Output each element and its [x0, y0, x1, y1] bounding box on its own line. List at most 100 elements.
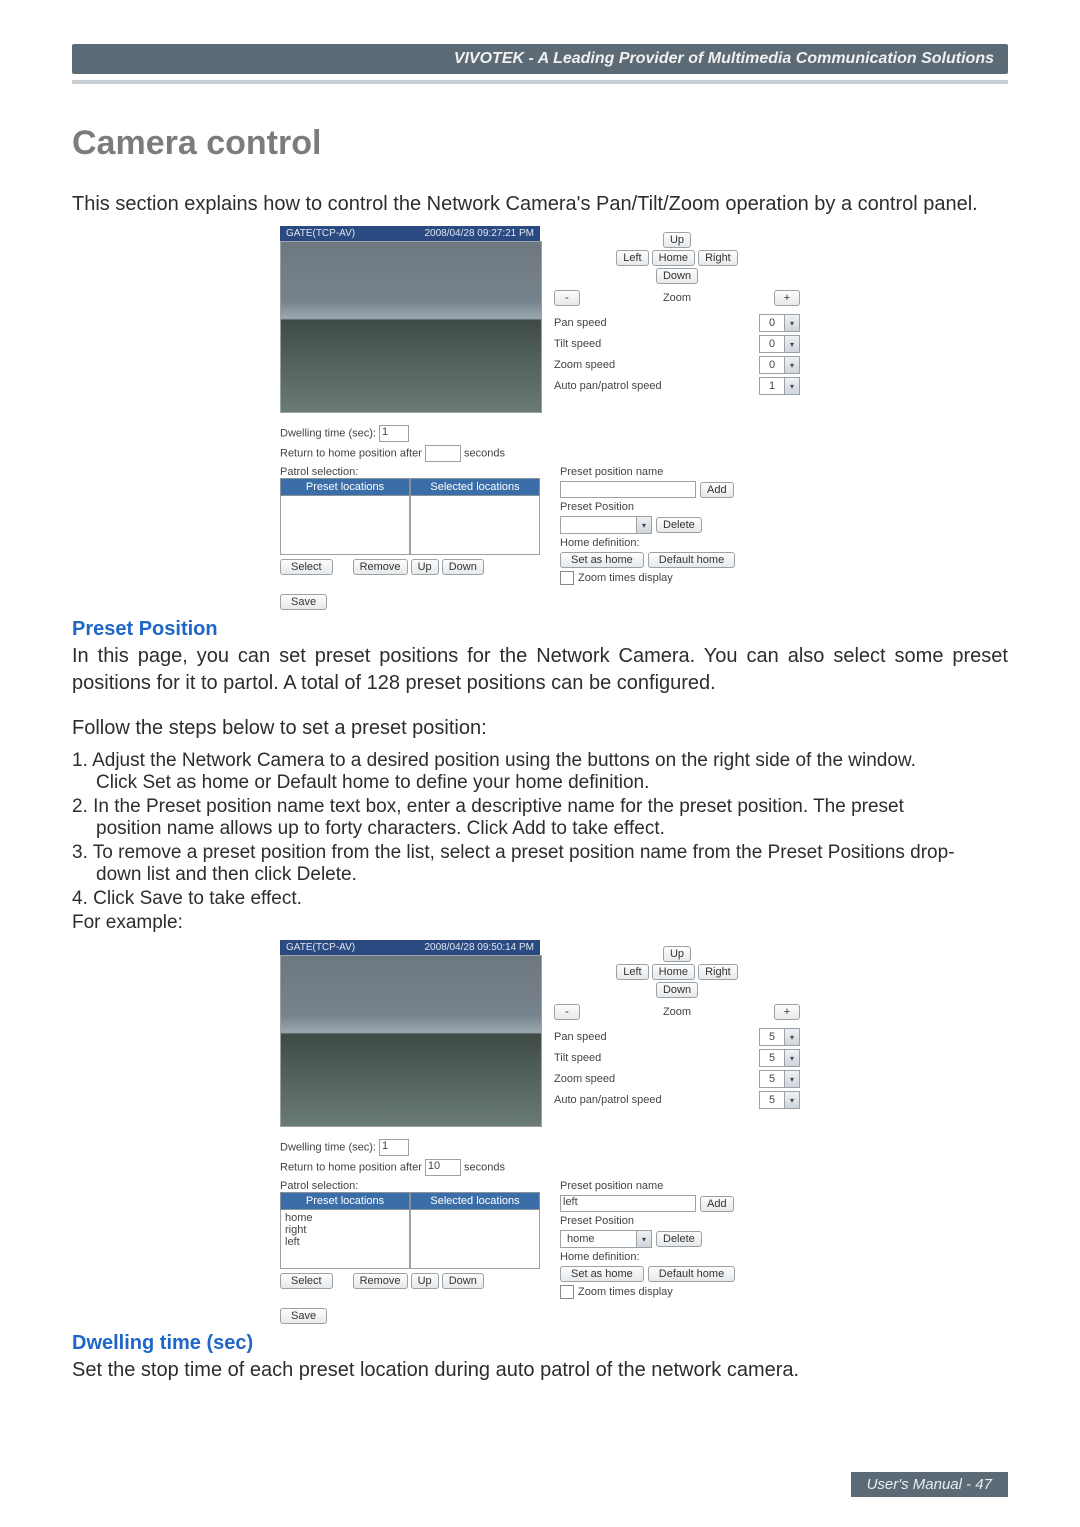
home-definition-label: Home definition: — [560, 537, 800, 549]
remove-button[interactable]: Remove — [353, 559, 408, 575]
chevron-down-icon: ▾ — [636, 1231, 651, 1247]
auto-speed-label: Auto pan/patrol speed — [554, 1094, 662, 1106]
select-button[interactable]: Select — [280, 1273, 333, 1289]
step-1: 1. Adjust the Network Camera to a desire… — [72, 750, 916, 771]
preset-position-label: Preset Position — [560, 501, 800, 513]
zoom-times-label: Zoom times display — [578, 1286, 673, 1298]
return-home-input[interactable] — [425, 445, 461, 462]
chevron-down-icon: ▾ — [784, 315, 799, 331]
home-button[interactable]: Home — [652, 250, 695, 266]
chevron-down-icon: ▾ — [784, 378, 799, 394]
dwelling-paragraph: Set the stop time of each preset locatio… — [72, 1357, 1008, 1384]
page-footer: User's Manual - 47 — [851, 1472, 1008, 1497]
right-button[interactable]: Right — [698, 250, 738, 266]
down-button[interactable]: Down — [656, 982, 698, 998]
down-button[interactable]: Down — [656, 268, 698, 284]
preset-position-heading: Preset Position — [72, 618, 1008, 641]
default-home-button[interactable]: Default home — [648, 1266, 735, 1282]
tilt-speed-label: Tilt speed — [554, 338, 601, 350]
dwelling-input[interactable]: 1 — [379, 425, 409, 442]
list-item[interactable]: home — [285, 1212, 405, 1224]
save-button[interactable]: Save — [280, 1308, 327, 1324]
preset-locations-list[interactable] — [280, 496, 410, 555]
up-button[interactable]: Up — [663, 946, 691, 962]
add-button[interactable]: Add — [700, 482, 734, 498]
remove-button[interactable]: Remove — [353, 1273, 408, 1289]
video-preview — [280, 241, 542, 413]
move-up-button[interactable]: Up — [411, 1273, 439, 1289]
page-title: Camera control — [72, 124, 1008, 163]
tilt-speed-label: Tilt speed — [554, 1052, 601, 1064]
selected-locations-list[interactable] — [410, 496, 540, 555]
brand-text: VIVOTEK - A Leading Provider of Multimed… — [454, 50, 994, 67]
tilt-speed-select[interactable]: 0▾ — [759, 335, 800, 353]
step-2: 2. In the Preset position name text box,… — [72, 796, 904, 817]
chevron-down-icon: ▾ — [784, 357, 799, 373]
zoom-speed-select[interactable]: 5▾ — [759, 1070, 800, 1088]
ptz-dpad: Up Left Home Right Down — [554, 946, 800, 998]
video-preview — [280, 955, 542, 1127]
zoom-times-checkbox[interactable] — [560, 571, 574, 585]
zoom-out-button[interactable]: - — [554, 290, 580, 306]
preset-name-input[interactable]: left — [560, 1195, 696, 1212]
dwelling-label: Dwelling time (sec): — [280, 1141, 376, 1153]
left-button[interactable]: Left — [616, 964, 648, 980]
delete-button[interactable]: Delete — [656, 517, 702, 533]
header-rule — [72, 80, 1008, 84]
default-home-button[interactable]: Default home — [648, 552, 735, 568]
preset-position-select[interactable]: ▾ — [560, 516, 652, 534]
stream-name: GATE(TCP-AV) — [286, 942, 355, 953]
zoom-times-checkbox[interactable] — [560, 1285, 574, 1299]
stream-name: GATE(TCP-AV) — [286, 228, 355, 239]
stream-timestamp: 2008/04/28 09:27:21 PM — [424, 228, 534, 239]
preset-position-paragraph: In this page, you can set preset positio… — [72, 643, 1008, 697]
selected-locations-header: Selected locations — [410, 478, 540, 496]
pan-speed-select[interactable]: 0▾ — [759, 314, 800, 332]
pan-speed-label: Pan speed — [554, 317, 607, 329]
steps-lead: Follow the steps below to set a preset p… — [72, 715, 1008, 742]
delete-button[interactable]: Delete — [656, 1231, 702, 1247]
zoom-speed-label: Zoom speed — [554, 1073, 615, 1085]
zoom-label: Zoom — [663, 1006, 691, 1018]
preset-position-select[interactable]: home▾ — [560, 1230, 652, 1248]
right-button[interactable]: Right — [698, 964, 738, 980]
zoom-in-button[interactable]: + — [774, 290, 800, 306]
preset-name-input[interactable] — [560, 481, 696, 498]
return-home-input[interactable]: 10 — [425, 1159, 461, 1176]
pan-speed-label: Pan speed — [554, 1031, 607, 1043]
chevron-down-icon: ▾ — [784, 1050, 799, 1066]
add-button[interactable]: Add — [700, 1196, 734, 1212]
selected-locations-header: Selected locations — [410, 1192, 540, 1210]
set-as-home-button[interactable]: Set as home — [560, 1266, 644, 1282]
up-button[interactable]: Up — [663, 232, 691, 248]
move-down-button[interactable]: Down — [442, 559, 484, 575]
preset-position-name-label: Preset position name — [560, 466, 800, 478]
list-item[interactable]: right — [285, 1224, 405, 1236]
preset-position-label: Preset Position — [560, 1215, 800, 1227]
dwelling-input[interactable]: 1 — [379, 1139, 409, 1156]
pan-speed-select[interactable]: 5▾ — [759, 1028, 800, 1046]
list-item[interactable]: left — [285, 1236, 405, 1248]
save-button[interactable]: Save — [280, 594, 327, 610]
tilt-speed-select[interactable]: 5▾ — [759, 1049, 800, 1067]
preset-locations-list[interactable]: home right left — [280, 1210, 410, 1269]
preset-locations-header: Preset locations — [280, 1192, 410, 1210]
zoom-in-button[interactable]: + — [774, 1004, 800, 1020]
selected-locations-list[interactable] — [410, 1210, 540, 1269]
home-button[interactable]: Home — [652, 964, 695, 980]
left-button[interactable]: Left — [616, 250, 648, 266]
steps-list: 1. Adjust the Network Camera to a desire… — [72, 750, 1008, 910]
move-down-button[interactable]: Down — [442, 1273, 484, 1289]
auto-speed-select[interactable]: 1▾ — [759, 377, 800, 395]
for-example-label: For example: — [72, 912, 1008, 934]
move-up-button[interactable]: Up — [411, 559, 439, 575]
zoom-out-button[interactable]: - — [554, 1004, 580, 1020]
zoom-speed-select[interactable]: 0▾ — [759, 356, 800, 374]
set-as-home-button[interactable]: Set as home — [560, 552, 644, 568]
step-4: 4. Click Save to take effect. — [72, 888, 1008, 910]
auto-speed-label: Auto pan/patrol speed — [554, 380, 662, 392]
chevron-down-icon: ▾ — [784, 1071, 799, 1087]
preset-position-name-label: Preset position name — [560, 1180, 800, 1192]
select-button[interactable]: Select — [280, 559, 333, 575]
auto-speed-select[interactable]: 5▾ — [759, 1091, 800, 1109]
